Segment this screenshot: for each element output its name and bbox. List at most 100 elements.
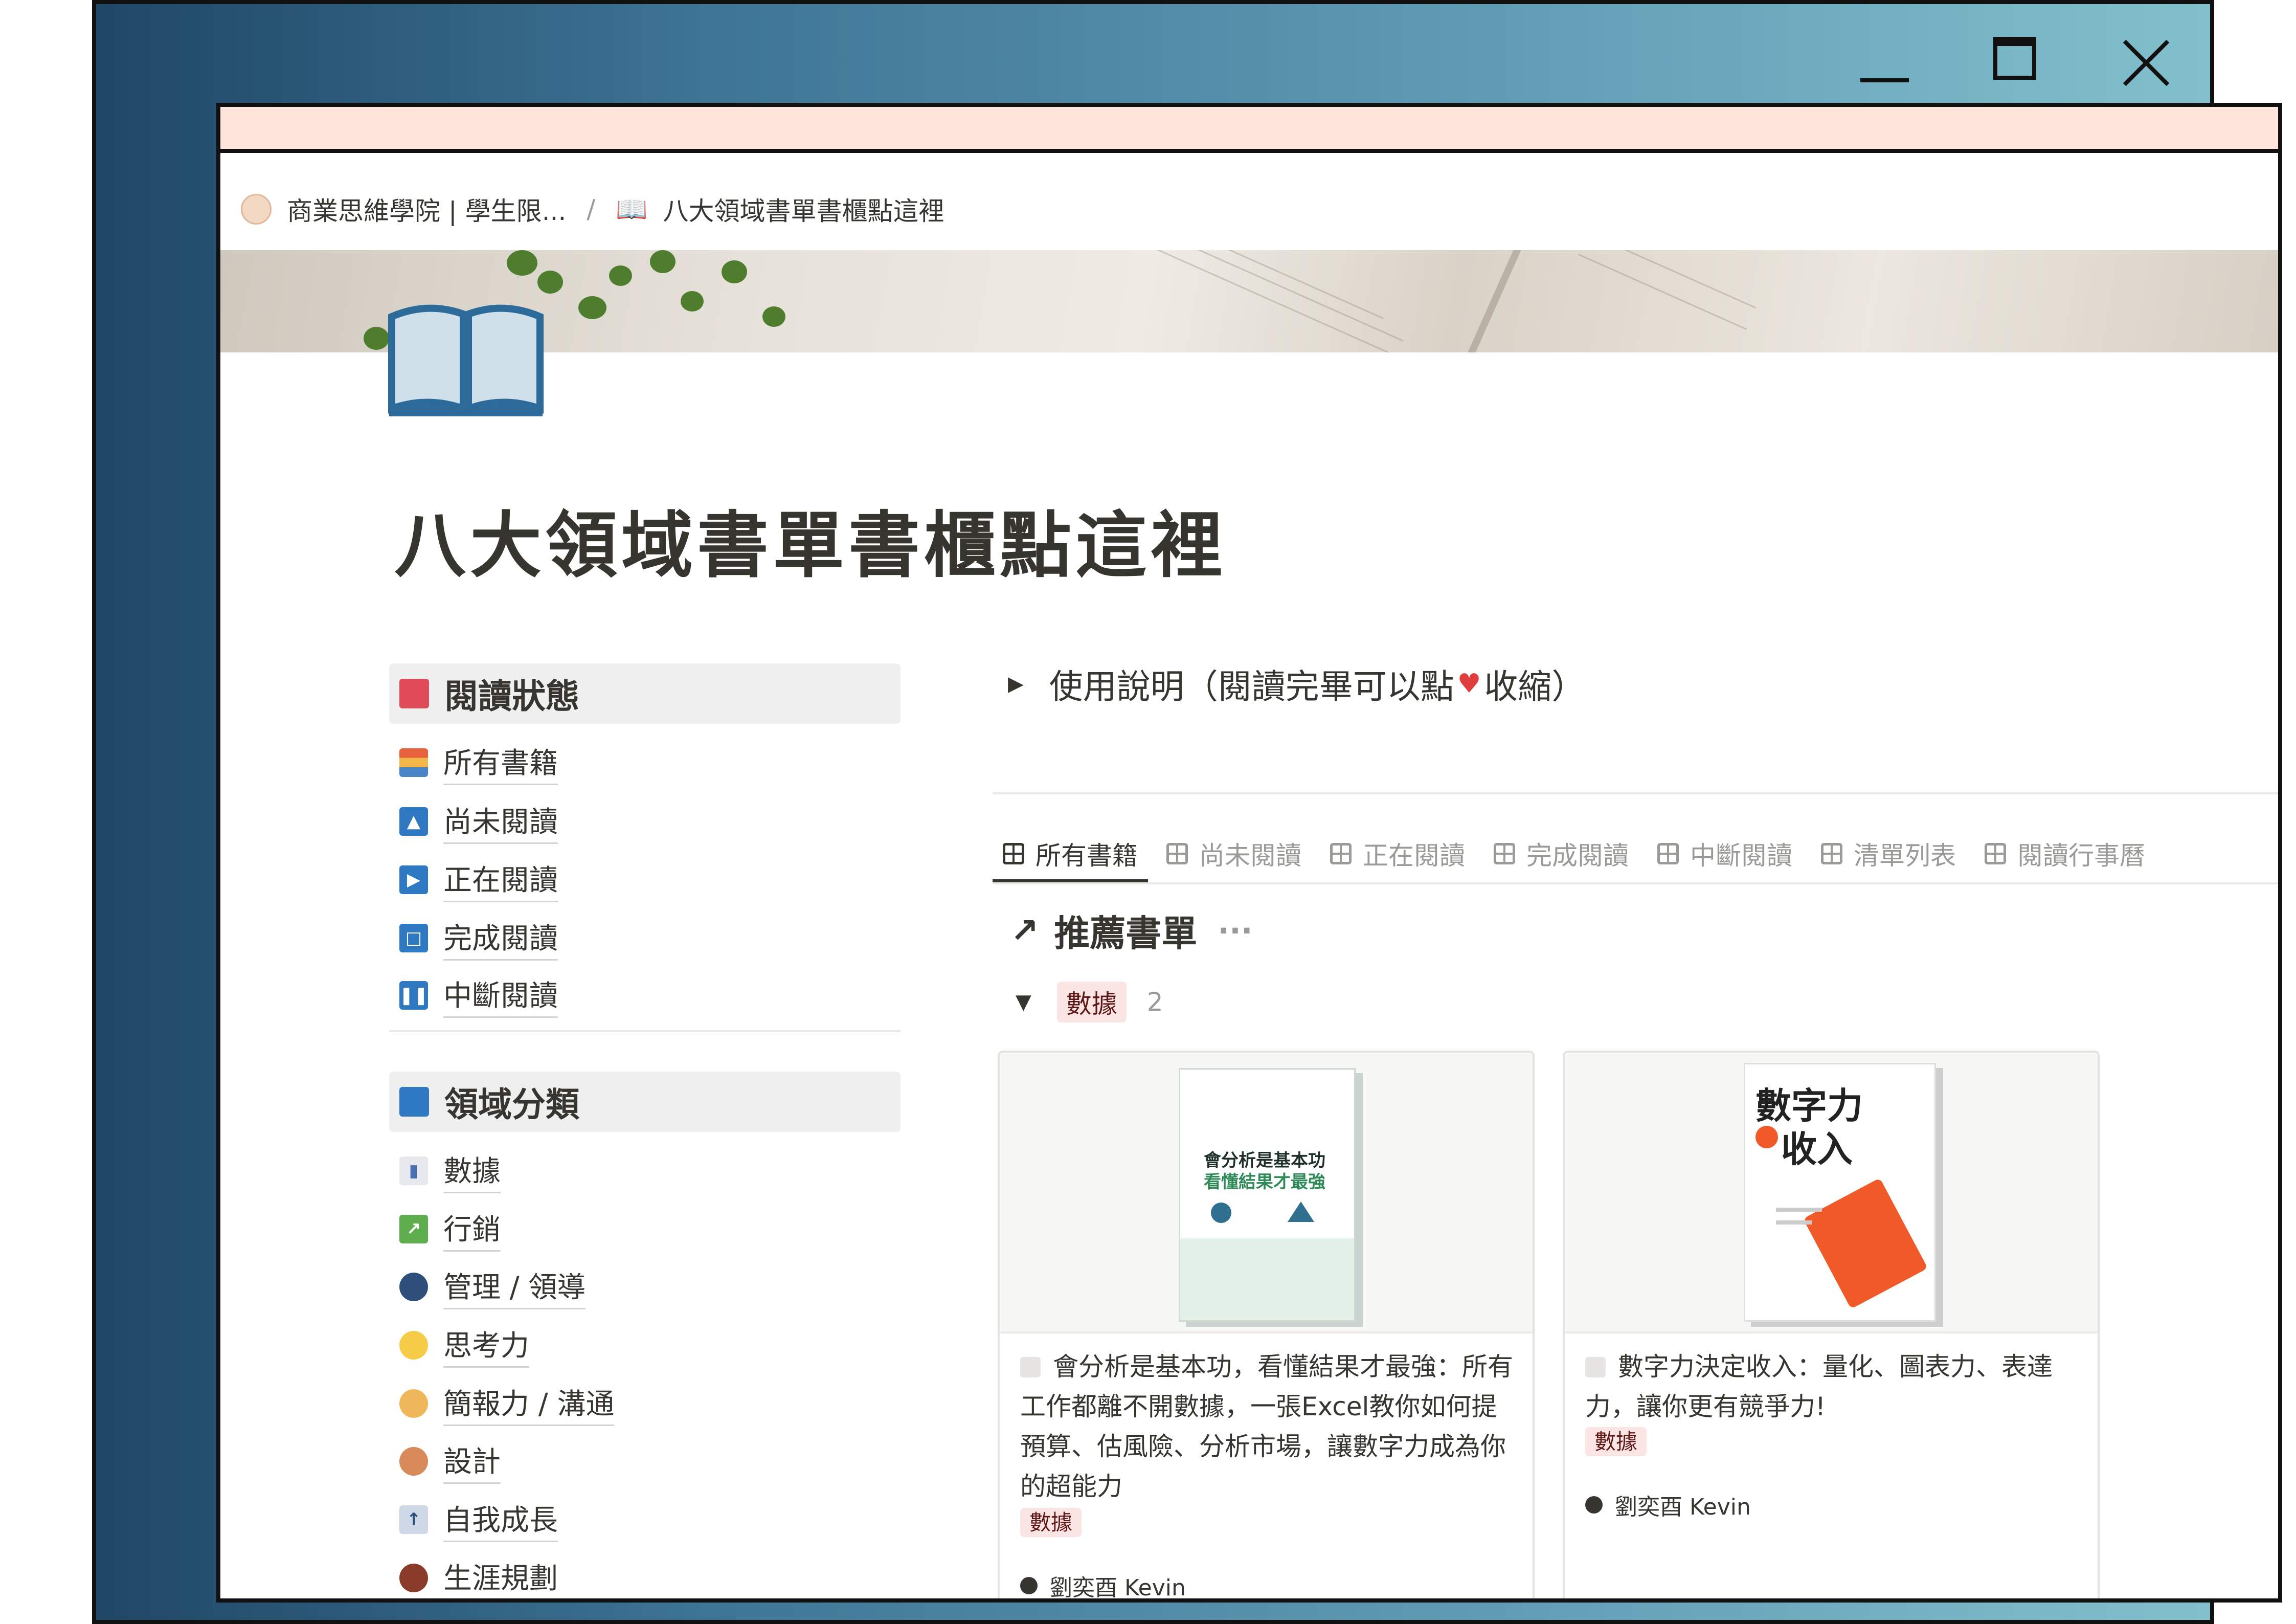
play-icon: ▶ (399, 865, 428, 894)
book-card[interactable]: 會分析是基本功 看懂結果才最強 會分析是基本功，看懂結果才最強：所有工作都離不開… (998, 1051, 1535, 1598)
tab-list[interactable]: 清單列表 (1821, 828, 1956, 879)
usage-toggle[interactable]: ▶ 使用說明（閱讀完畢可以點 ♥ 收縮） (1008, 659, 1585, 708)
maximize-icon (1993, 37, 2036, 80)
minimize-button[interactable] (1850, 25, 1937, 101)
sidebar-item-label: 數據 (443, 1148, 501, 1193)
status-heading: 閱讀狀態 (389, 663, 901, 724)
sidebar-item-label: 設計 (443, 1439, 501, 1484)
book-title: 數字力決定收入：量化、圖表力、表達力，讓你更有競爭力! (1585, 1352, 2053, 1421)
window-frame: 商業思維學院 | 學生限... / 📖 八大領域書單書櫃點這裡 八大領域書單書櫃… (92, 0, 2282, 1624)
tab-finished[interactable]: 完成閱讀 (1494, 828, 1629, 879)
sidebar-item-design[interactable]: 設計 (399, 1438, 501, 1484)
group-tag: 數據 (1056, 982, 1127, 1022)
eject-icon: ▲ (399, 807, 428, 836)
up-arrow-icon: ↑ (399, 1505, 428, 1534)
palette-icon (399, 1447, 428, 1476)
person-icon (1585, 1496, 1603, 1514)
sidebar-item-label: 自我成長 (443, 1497, 558, 1542)
tab-calendar[interactable]: 閱讀行事曆 (1985, 828, 2145, 879)
book-icon: 📖 (616, 194, 648, 224)
top-banner (220, 107, 2278, 153)
tab-reading[interactable]: 正在閱讀 (1330, 828, 1465, 879)
sidebar-item-label: 正在閱讀 (443, 857, 558, 902)
domain-heading: 領域分類 (389, 1072, 901, 1132)
folder-icon (399, 1087, 429, 1117)
sidebar-item-label: 完成閱讀 (443, 916, 558, 961)
sidebar-item-label: 中斷閱讀 (443, 973, 558, 1018)
sidebar-item-management[interactable]: 管理 / 領導 (399, 1264, 586, 1310)
notion-page: 商業思維學院 | 學生限... / 📖 八大領域書單書櫃點這裡 八大領域書單書櫃… (216, 103, 2282, 1603)
sidebar-item-all-books[interactable]: 所有書籍 (399, 740, 558, 786)
table-icon (1494, 843, 1515, 864)
table-icon (1330, 843, 1352, 864)
page-title[interactable]: 八大領域書單書櫃點這裡 (394, 488, 1227, 591)
view-tabs: 所有書籍 尚未閱讀 正在閱讀 完成閱讀 中斷閱讀 清單列表 閱讀行事曆 (993, 828, 2174, 882)
card-author: 劉奕酉 Kevin (1585, 1488, 1751, 1521)
sidebar-item-finished[interactable]: □ 完成閱讀 (399, 915, 558, 961)
table-icon (1166, 843, 1188, 864)
bar-chart-icon: ▮ (399, 1156, 428, 1185)
list-icon (1821, 843, 1842, 864)
divider (993, 882, 2278, 884)
linked-database-title[interactable]: ↗ 推薦書單 ··· (1010, 905, 1253, 956)
collapse-triangle-icon[interactable]: ▼ (1016, 990, 1031, 1014)
sidebar-item-label: 尚未閱讀 (443, 799, 558, 844)
sidebar-item-growth[interactable]: ↑ 自我成長 (399, 1497, 558, 1543)
heart-icon: ♥ (1457, 669, 1481, 699)
calendar-icon (1985, 843, 2006, 864)
card-author: 劉奕酉 Kevin (1020, 1569, 1186, 1598)
group-header[interactable]: ▼ 數據 2 (1016, 982, 1163, 1022)
book-cover: 數字力 收入 (1565, 1053, 2098, 1333)
divider (993, 792, 2278, 794)
presenter-icon (399, 1389, 428, 1418)
toggle-triangle-icon[interactable]: ▶ (1008, 672, 1024, 696)
breadcrumb-parent[interactable]: 商業思維學院 | 學生限... (287, 191, 566, 228)
workspace-logo-icon[interactable] (241, 194, 272, 225)
sidebar-item-label: 所有書籍 (443, 740, 558, 785)
sidebar-item-paused[interactable]: ❚❚ 中斷閱讀 (399, 972, 558, 1018)
sidebar-item-label: 行銷 (443, 1207, 501, 1252)
memo-icon (1585, 1357, 1606, 1377)
close-button[interactable] (2116, 25, 2203, 101)
footprints-icon (399, 1564, 428, 1592)
status-heading-label: 閱讀狀態 (444, 677, 579, 716)
sidebar-item-label: 簡報力 / 溝通 (443, 1381, 615, 1426)
sidebar-item-label: 管理 / 領導 (443, 1264, 586, 1309)
sidebar-item-thinking[interactable]: 思考力 (399, 1322, 529, 1368)
maximize-button[interactable] (1983, 25, 2070, 101)
sidebar-item-unread[interactable]: ▲ 尚未閱讀 (399, 798, 558, 844)
domain-heading-label: 領域分類 (444, 1085, 579, 1124)
person-icon (1020, 1577, 1038, 1594)
tab-all-books[interactable]: 所有書籍 (993, 828, 1148, 882)
sidebar-item-career[interactable]: 生涯規劃 (399, 1555, 558, 1598)
minimize-icon (1860, 78, 1909, 82)
sidebar-item-marketing[interactable]: ↗ 行銷 (399, 1206, 501, 1252)
sidebar-item-label: 思考力 (443, 1323, 529, 1368)
breadcrumb-separator: / (587, 194, 596, 224)
breadcrumb-current[interactable]: 八大領域書單書櫃點這裡 (663, 191, 944, 228)
card-tag: 數據 (1585, 1425, 1647, 1456)
chart-up-icon: ↗ (399, 1215, 428, 1243)
book-card[interactable]: 數字力 收入 數字力決定收入：量化、圖表力、表達力，讓你更有競爭力! 數據 劉奕… (1563, 1051, 2100, 1598)
sidebar-item-reading[interactable]: ▶ 正在閱讀 (399, 857, 558, 903)
open-book-icon[interactable] (387, 301, 545, 419)
stop-square-icon: □ (399, 924, 428, 952)
tab-paused[interactable]: 中斷閱讀 (1657, 828, 1792, 879)
book-cover: 會分析是基本功 看懂結果才最強 (1000, 1053, 1533, 1333)
speaking-head-icon (399, 1273, 428, 1301)
link-arrow-icon: ↗ (1010, 911, 1039, 950)
database-title: 推薦書單 (1054, 913, 1198, 954)
sidebar-item-presentation[interactable]: 簡報力 / 溝通 (399, 1381, 615, 1427)
toggle-text-before: 使用說明（閱讀完畢可以點 (1049, 667, 1454, 706)
tab-unread[interactable]: 尚未閱讀 (1166, 828, 1301, 879)
card-tag: 數據 (1020, 1505, 1082, 1537)
memo-icon (1020, 1357, 1041, 1377)
toggle-text-after: 收縮） (1484, 667, 1586, 706)
books-stack-icon (399, 748, 428, 777)
sidebar-item-label: 生涯規劃 (443, 1555, 558, 1598)
book-cover-image: 數字力 收入 (1744, 1063, 1936, 1322)
sidebar-item-data[interactable]: ▮ 數據 (399, 1148, 501, 1194)
breadcrumb: 商業思維學院 | 學生限... / 📖 八大領域書單書櫃點這裡 (241, 191, 944, 227)
more-options-icon[interactable]: ··· (1218, 913, 1252, 949)
divider (389, 1030, 901, 1032)
